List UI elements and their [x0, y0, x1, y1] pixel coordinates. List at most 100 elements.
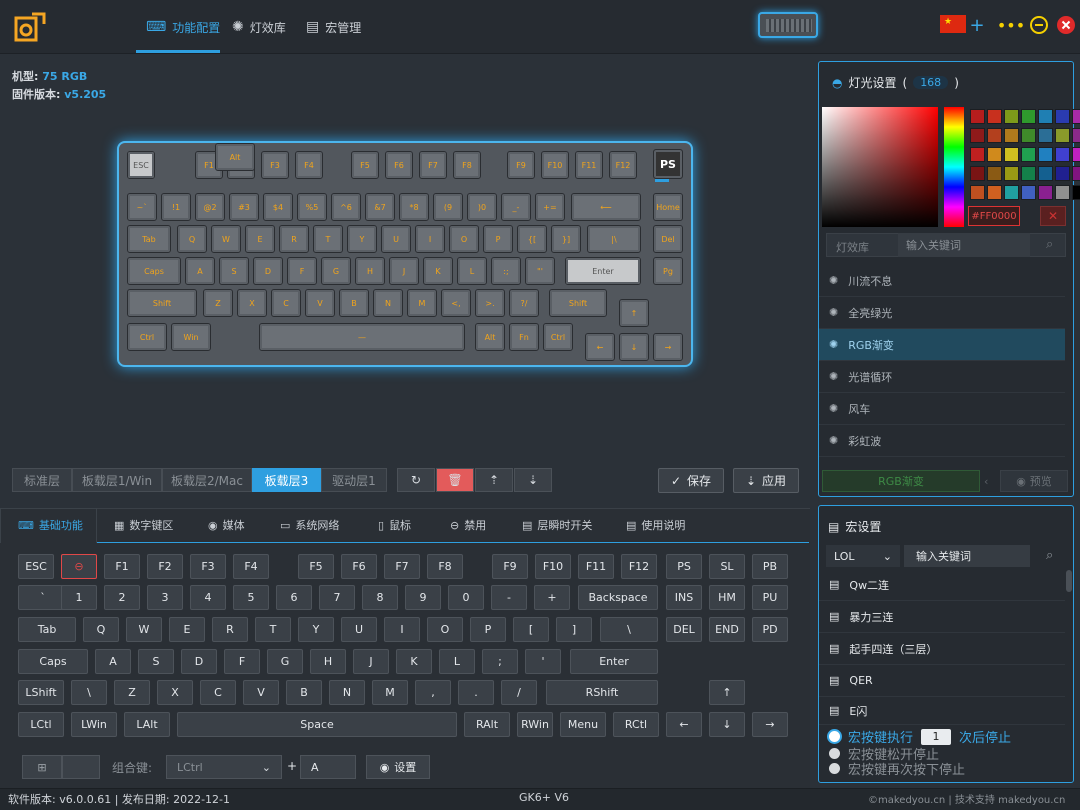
kb-key[interactable]: O [449, 225, 479, 253]
color-swatch[interactable] [970, 166, 985, 181]
effect-item[interactable]: ✺ 全亮绿光 [819, 297, 1065, 329]
windows-mode-button[interactable]: ⊞ [22, 755, 62, 779]
kb-key[interactable]: *8 [399, 193, 429, 221]
kb-key[interactable]: F10 [541, 151, 569, 179]
macro-item[interactable]: ▤ Qw二连 [819, 569, 1065, 601]
vkey[interactable]: Enter [570, 649, 658, 674]
kb-key[interactable]: Z [203, 289, 233, 317]
import-button[interactable]: ⇣ [514, 468, 552, 492]
kb-key[interactable]: += [535, 193, 565, 221]
clear-color-button[interactable]: ✕ [1040, 206, 1066, 226]
vkey[interactable]: . [458, 680, 494, 705]
kb-key[interactable]: %5 [297, 193, 327, 221]
color-swatch[interactable] [987, 166, 1002, 181]
kb-key[interactable]: F8 [453, 151, 481, 179]
func-tab-numpad[interactable]: ▦ 数字键区 [114, 508, 173, 542]
kb-ps-key[interactable]: PS [653, 149, 683, 179]
hex-color-input[interactable]: #FF0000 [968, 206, 1020, 226]
kb-key[interactable]: Shift [549, 289, 607, 317]
kb-key[interactable]: R [279, 225, 309, 253]
vkey[interactable]: PU [752, 585, 788, 610]
kb-key[interactable]: Tab [127, 225, 171, 253]
kb-key[interactable]: Shift [127, 289, 197, 317]
vkey[interactable]: R [212, 617, 248, 642]
color-swatch[interactable] [970, 128, 985, 143]
kb-key[interactable]: X [237, 289, 267, 317]
kb-key[interactable]: G [321, 257, 351, 285]
color-swatch[interactable] [1004, 109, 1019, 124]
layer-tab-onboard-2[interactable]: 板载层2/Mac [162, 468, 252, 492]
macro-item[interactable]: ▤ QER [819, 665, 1065, 697]
func-tab-disable[interactable]: ⊖ 禁用 [450, 508, 486, 542]
color-swatch[interactable] [1021, 147, 1036, 162]
vkey[interactable]: RWin [517, 712, 553, 737]
combo-key-input[interactable]: A [300, 755, 356, 779]
kb-key[interactable]: {[ [517, 225, 547, 253]
vkey[interactable]: ESC [18, 554, 54, 579]
vkey[interactable]: PD [752, 617, 788, 642]
light-search-input[interactable]: 输入关键词 [898, 233, 1030, 257]
mac-mode-button[interactable] [62, 755, 100, 779]
vkey[interactable]: O [427, 617, 463, 642]
close-icon[interactable] [1055, 14, 1077, 36]
color-swatch[interactable] [1038, 166, 1053, 181]
vkey-arrow-left[interactable]: ← [666, 712, 702, 737]
color-swatch[interactable] [1055, 147, 1070, 162]
vkey[interactable]: G [267, 649, 303, 674]
func-tab-mouse[interactable]: ▯ 鼠标 [378, 508, 411, 542]
vkey[interactable]: - [491, 585, 527, 610]
color-swatch[interactable] [987, 109, 1002, 124]
color-swatch[interactable] [970, 109, 985, 124]
kb-key[interactable]: F12 [609, 151, 637, 179]
vkey[interactable]: Y [298, 617, 334, 642]
tab-function-config[interactable]: ⌨ 功能配置 [140, 0, 226, 54]
kb-key[interactable]: F11 [575, 151, 603, 179]
vkey[interactable]: K [396, 649, 432, 674]
vkey[interactable]: F4 [233, 554, 269, 579]
vkey[interactable]: RAlt [464, 712, 510, 737]
kb-arrow-left-key[interactable]: ← [585, 333, 615, 361]
color-swatch[interactable] [1038, 185, 1053, 200]
kb-key[interactable]: F3 [261, 151, 289, 179]
kb-key[interactable]: J [389, 257, 419, 285]
kb-key[interactable]: )0 [467, 193, 497, 221]
effect-item-active[interactable]: ✺ RGB渐变 [819, 329, 1065, 361]
vkey[interactable]: W [126, 617, 162, 642]
vkey[interactable]: LShift [18, 680, 64, 705]
vkey[interactable]: \ [600, 617, 658, 642]
color-swatch[interactable] [1004, 166, 1019, 181]
vkey[interactable]: N [329, 680, 365, 705]
vkey[interactable]: ] [556, 617, 592, 642]
color-swatch[interactable] [1072, 147, 1080, 162]
kb-key[interactable]: K [423, 257, 453, 285]
vkey[interactable]: LCtl [18, 712, 64, 737]
kb-key[interactable]: Caps [127, 257, 181, 285]
vkey[interactable]: 1 [61, 585, 97, 610]
kb-key[interactable]: }] [551, 225, 581, 253]
vkey[interactable]: Menu [560, 712, 606, 737]
combo-modifier-select[interactable]: LCtrl ⌄ [166, 755, 282, 779]
kb-key[interactable]: S [219, 257, 249, 285]
color-swatch[interactable] [987, 185, 1002, 200]
kb-key[interactable]: E [245, 225, 275, 253]
kb-key[interactable]: Enter [565, 257, 641, 285]
kb-key[interactable]: H [355, 257, 385, 285]
kb-key[interactable]: V [305, 289, 335, 317]
effect-item[interactable]: ✺ 光谱循环 [819, 361, 1065, 393]
vkey[interactable]: U [341, 617, 377, 642]
macro-item[interactable]: ▤ E闪 [819, 697, 1065, 725]
kb-key[interactable]: F4 [295, 151, 323, 179]
color-swatch[interactable] [987, 147, 1002, 162]
vkey[interactable]: F [224, 649, 260, 674]
kb-key[interactable]: Ctrl [127, 323, 167, 351]
vkey[interactable]: F7 [384, 554, 420, 579]
vkey[interactable]: F11 [578, 554, 614, 579]
vkey[interactable]: F5 [298, 554, 334, 579]
kb-key[interactable]: |\ [587, 225, 641, 253]
layer-tab-standard[interactable]: 标准层 [12, 468, 72, 492]
vkey[interactable]: INS [666, 585, 702, 610]
color-swatch[interactable] [1038, 109, 1053, 124]
color-swatch[interactable] [1021, 128, 1036, 143]
kb-arrow-down-key[interactable]: ↓ [619, 333, 649, 361]
preview-button[interactable]: ◉ 预览 [1000, 470, 1068, 492]
